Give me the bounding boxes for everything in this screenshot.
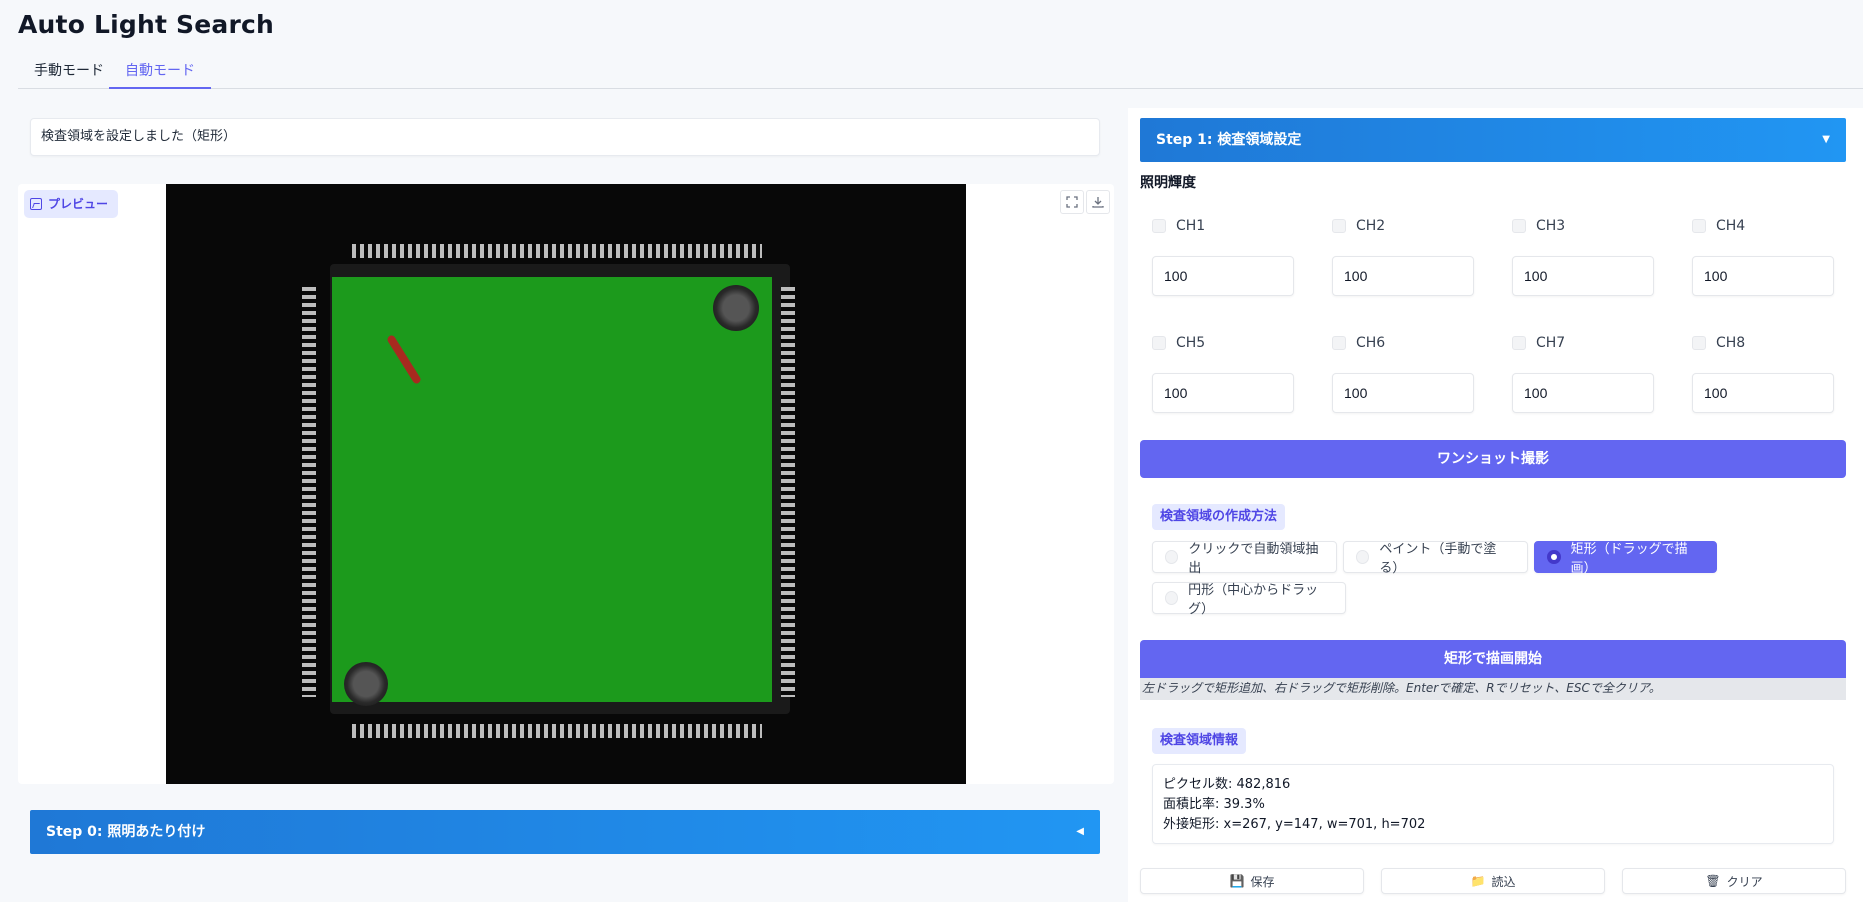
download-icon [1092, 197, 1104, 208]
caret-left-icon: ◀ [1076, 826, 1084, 837]
preview-label: プレビュー [24, 190, 119, 218]
chip-pins-right [781, 287, 795, 697]
preview-toolbar [1060, 190, 1110, 214]
load-button[interactable]: 📁 読込 [1381, 868, 1605, 894]
app-title: Auto Light Search [18, 10, 275, 39]
method-option-auto-extract[interactable]: クリックで自動領域抽出 [1152, 541, 1337, 576]
preview-image[interactable] [166, 184, 966, 784]
draw-hint: 左ドラッグで矩形追加、右ドラッグで矩形削除。Enterで確定、Rでリセット、ES… [1140, 678, 1846, 700]
method-option-paint[interactable]: ペイント（手動で塗る） [1343, 541, 1528, 576]
ch8-checkbox[interactable] [1692, 336, 1706, 350]
ch6-label: CH6 [1356, 335, 1386, 351]
ch4-checkbox[interactable] [1692, 219, 1706, 233]
method-option-circle[interactable]: 円形（中心からドラッグ） [1152, 582, 1346, 617]
trash-icon: 🗑 [1705, 874, 1721, 888]
inspection-region-overlay [332, 277, 772, 702]
method-option-rectangle[interactable]: 矩形（ドラッグで描画） [1534, 541, 1717, 576]
clear-label: クリア [1726, 874, 1763, 889]
method-option-label: 矩形（ドラッグで描画） [1570, 542, 1688, 576]
ch6-checkbox[interactable] [1332, 336, 1346, 350]
info-pixel-count: ピクセル数: 482,816 [1163, 777, 1291, 792]
ch3-checkbox[interactable] [1512, 219, 1526, 233]
ch3-value-input[interactable] [1512, 256, 1654, 296]
tab-manual-mode[interactable]: 手動モード [18, 54, 120, 89]
channel-ch2: CH2 [1332, 216, 1492, 296]
method-option-label: ペイント（手動で塗る） [1379, 542, 1497, 576]
ch1-label: CH1 [1176, 218, 1206, 234]
ch4-label: CH4 [1716, 218, 1746, 234]
chip-pins-bottom [352, 724, 762, 738]
ch1-checkbox[interactable] [1152, 219, 1166, 233]
chip-pins-top [352, 244, 762, 258]
radio-icon [1165, 591, 1179, 605]
method-option-label: 円形（中心からドラッグ） [1188, 583, 1319, 617]
save-button[interactable]: 💾 保存 [1140, 868, 1364, 894]
radio-icon [1356, 550, 1370, 564]
method-option-label: クリックで自動領域抽出 [1188, 542, 1319, 576]
ch5-value-input[interactable] [1152, 373, 1294, 413]
caret-down-icon: ▼ [1822, 134, 1830, 145]
clear-button[interactable]: 🗑 クリア [1622, 868, 1846, 894]
info-bounding-box: 外接矩形: x=267, y=147, w=701, h=702 [1163, 817, 1426, 832]
ch2-label: CH2 [1356, 218, 1386, 234]
ch4-value-input[interactable] [1692, 256, 1834, 296]
mode-tabs: 手動モード 自動モード [18, 54, 1863, 89]
region-info-box: ピクセル数: 482,816 面積比率: 39.3% 外接矩形: x=267, … [1152, 764, 1834, 844]
right-panel: Step 1: 検査領域設定 ▼ 照明輝度 CH1 CH2 CH3 CH4 CH… [1128, 108, 1863, 902]
ch7-checkbox[interactable] [1512, 336, 1526, 350]
chip-marker-top-right [713, 285, 759, 331]
ch5-checkbox[interactable] [1152, 336, 1166, 350]
status-message: 検査領域を設定しました（矩形） [30, 118, 1100, 156]
radio-selected-icon [1547, 550, 1561, 564]
ch5-label: CH5 [1176, 335, 1206, 351]
fullscreen-icon [1066, 196, 1078, 208]
step1-label: Step 1: 検査領域設定 [1156, 132, 1302, 148]
save-label: 保存 [1250, 874, 1275, 889]
download-button[interactable] [1086, 190, 1110, 214]
channel-ch5: CH5 [1152, 333, 1312, 413]
ch1-value-input[interactable] [1152, 256, 1294, 296]
channel-ch7: CH7 [1512, 333, 1672, 413]
region-method-label: 検査領域の作成方法 [1152, 504, 1286, 530]
step1-accordion-header[interactable]: Step 1: 検査領域設定 ▼ [1140, 118, 1846, 162]
ch8-label: CH8 [1716, 335, 1746, 351]
channel-ch8: CH8 [1692, 333, 1852, 413]
load-label: 読込 [1491, 874, 1516, 889]
ch2-checkbox[interactable] [1332, 219, 1346, 233]
channel-ch1: CH1 [1152, 216, 1312, 296]
folder-icon: 📁 [1470, 874, 1486, 888]
ch2-value-input[interactable] [1332, 256, 1474, 296]
brightness-label: 照明輝度 [1140, 175, 1196, 191]
channel-ch3: CH3 [1512, 216, 1672, 296]
chip-pins-left [302, 287, 316, 697]
channel-ch6: CH6 [1332, 333, 1492, 413]
left-panel: 検査領域を設定しました（矩形） プレビュー Step 0: 照明あたり付け ◀ [18, 108, 1114, 902]
ch6-value-input[interactable] [1332, 373, 1474, 413]
start-rectangle-draw-button[interactable]: 矩形で描画開始 [1140, 640, 1846, 678]
ch7-label: CH7 [1536, 335, 1566, 351]
info-area-ratio: 面積比率: 39.3% [1163, 797, 1265, 812]
chip-marker-bottom-left [344, 662, 388, 706]
ch3-label: CH3 [1536, 218, 1566, 234]
ch7-value-input[interactable] [1512, 373, 1654, 413]
radio-icon [1165, 550, 1179, 564]
oneshot-capture-button[interactable]: ワンショット撮影 [1140, 440, 1846, 478]
image-icon [30, 198, 42, 210]
step0-accordion-header[interactable]: Step 0: 照明あたり付け ◀ [30, 810, 1100, 854]
ch8-value-input[interactable] [1692, 373, 1834, 413]
save-icon: 💾 [1229, 874, 1245, 888]
preview-card: プレビュー [18, 184, 1114, 784]
step0-label: Step 0: 照明あたり付け [46, 824, 206, 840]
tab-auto-mode[interactable]: 自動モード [109, 54, 211, 89]
channel-ch4: CH4 [1692, 216, 1852, 296]
fullscreen-button[interactable] [1060, 190, 1084, 214]
region-info-label: 検査領域情報 [1152, 728, 1247, 754]
preview-label-text: プレビュー [48, 197, 109, 211]
